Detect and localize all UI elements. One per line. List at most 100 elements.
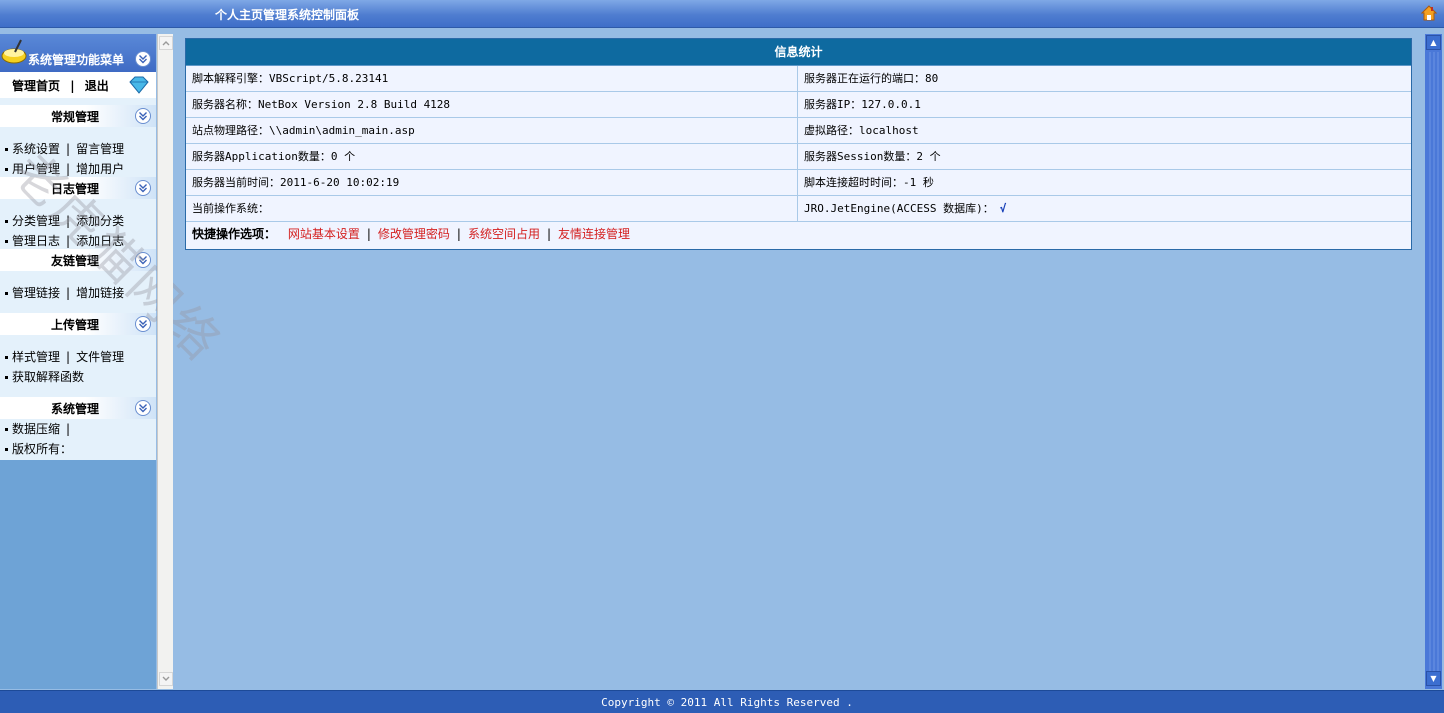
section-title: 常规管理 <box>51 110 100 124</box>
info-cell: 服务器当前时间：2011-6-20 10:02:19 <box>186 170 798 195</box>
main-scrollbar[interactable]: ▲ ▼ <box>1425 34 1442 689</box>
chevron-down-icon[interactable] <box>135 400 151 416</box>
info-cell-text: JRO.JetEngine(ACCESS 数据库)： <box>804 202 994 215</box>
menu-link-add-user[interactable]: 增加用户 <box>76 162 124 176</box>
info-cell: 服务器名称：NetBox Version 2.8 Build 4128 <box>186 92 798 117</box>
table-row: 站点物理路径：\\admin\admin_main.asp 虚拟路径：local… <box>186 118 1411 144</box>
menu-link-add-category[interactable]: 添加分类 <box>76 214 124 228</box>
section-header-log[interactable]: 日志管理 <box>0 177 156 199</box>
section-header-system[interactable]: 系统管理 <box>0 397 156 419</box>
chevron-down-icon[interactable] <box>135 51 151 67</box>
quick-link-change-password[interactable]: 修改管理密码 <box>378 227 450 241</box>
chevron-down-icon[interactable] <box>135 180 151 196</box>
menu-row: 用户管理 | 增加用户 <box>5 160 124 177</box>
separator: | <box>456 227 461 241</box>
menu-link-compress-db[interactable]: 数据压缩 <box>12 422 60 436</box>
info-cell: 服务器IP：127.0.0.1 <box>804 98 921 111</box>
home-icon[interactable] <box>1421 5 1437 21</box>
menu-link-add-link[interactable]: 增加链接 <box>76 286 124 300</box>
info-cell: 服务器正在运行的端口：80 <box>804 72 939 85</box>
chevron-down-icon[interactable] <box>135 252 151 268</box>
menu-row: 获取解释函数 <box>5 368 84 385</box>
section-header-upload[interactable]: 上传管理 <box>0 313 156 335</box>
info-panel: 信息统计 脚本解释引擎：VBScript/5.8.23141 服务器正在运行的端… <box>185 38 1412 250</box>
separator: | <box>66 162 71 176</box>
copyright-label: 版权所有： <box>12 442 73 456</box>
menu-link-guestbook[interactable]: 留言管理 <box>76 142 124 156</box>
scroll-up-button[interactable] <box>159 36 173 50</box>
footer-copyright: Copyright © 2011 All Rights Reserved . <box>601 696 853 709</box>
separator: | <box>70 79 75 93</box>
info-cell: 服务器Application数量：0 个 <box>186 144 798 169</box>
menu-row: 版权所有： <box>5 440 72 457</box>
bullet-icon <box>5 240 8 243</box>
scroll-down-button[interactable] <box>159 672 173 686</box>
separator: | <box>366 227 371 241</box>
bullet-icon <box>5 428 8 431</box>
menu-link-user-manage[interactable]: 用户管理 <box>12 162 60 176</box>
separator: | <box>66 214 71 228</box>
home-link[interactable]: 管理首页 <box>12 79 60 93</box>
bullet-icon <box>5 292 8 295</box>
check-icon: √ <box>999 202 1007 215</box>
info-cell: 站点物理路径：\\admin\admin_main.asp <box>186 118 798 143</box>
menu-link-style-manage[interactable]: 样式管理 <box>12 350 60 364</box>
chevron-down-icon[interactable] <box>135 108 151 124</box>
sidebar-scrollbar[interactable] <box>157 34 173 689</box>
menu-title: 系统管理功能菜单 <box>28 53 125 67</box>
menu-row: 分类管理 | 添加分类 <box>5 212 124 229</box>
bullet-icon <box>5 448 8 451</box>
chevron-down-icon <box>162 676 170 681</box>
menu-row: 管理链接 | 增加链接 <box>5 284 124 301</box>
menu-row: 数据压缩 | <box>5 420 76 437</box>
table-row: 当前操作系统： JRO.JetEngine(ACCESS 数据库)： √ <box>186 196 1411 222</box>
menu-row: 管理日志 | 添加日志 <box>5 232 124 249</box>
section-title: 友链管理 <box>51 254 100 268</box>
scroll-down-button[interactable]: ▼ <box>1426 671 1441 686</box>
footer: Copyright © 2011 All Rights Reserved . <box>0 690 1444 713</box>
info-cell: 脚本解释引擎：VBScript/5.8.23141 <box>186 66 798 91</box>
quick-link-space-usage[interactable]: 系统空间占用 <box>468 227 540 241</box>
table-row: 服务器当前时间：2011-6-20 10:02:19 脚本连接超时时间：-1 秒 <box>186 170 1411 196</box>
menu-link-file-manage[interactable]: 文件管理 <box>76 350 124 364</box>
scroll-up-button[interactable]: ▲ <box>1426 35 1441 50</box>
app-title: 个人主页管理系统控制面板 <box>215 8 360 22</box>
section-header-links[interactable]: 友链管理 <box>0 249 156 271</box>
scrollbar-thumb[interactable] <box>1427 52 1440 672</box>
bullet-icon <box>5 220 8 223</box>
section-title: 日志管理 <box>51 182 100 196</box>
menu-link-add-log[interactable]: 添加日志 <box>76 234 124 248</box>
logout-link[interactable]: 退出 <box>85 79 109 93</box>
quick-actions: 快捷操作选项： 网站基本设置 | 修改管理密码 | 系统空间占用 | 友情连接管理 <box>186 222 1411 248</box>
separator: | <box>66 286 71 300</box>
diamond-icon <box>129 76 149 94</box>
bullet-icon <box>5 148 8 151</box>
menu-row: 系统设置 | 留言管理 <box>5 140 124 157</box>
menu-header: 系统管理功能菜单 <box>0 34 156 72</box>
quick-link-site-settings[interactable]: 网站基本设置 <box>288 227 360 241</box>
info-cell: JRO.JetEngine(ACCESS 数据库)： √ <box>798 196 1411 221</box>
table-row: 服务器名称：NetBox Version 2.8 Build 4128 服务器I… <box>186 92 1411 118</box>
menu-link-system-settings[interactable]: 系统设置 <box>12 142 60 156</box>
menu-link-get-functions[interactable]: 获取解释函数 <box>12 370 84 384</box>
info-cell: 脚本连接超时时间：-1 秒 <box>804 176 934 189</box>
separator: | <box>546 227 552 241</box>
info-cell: 服务器Session数量：2 个 <box>804 150 941 163</box>
section-header-general[interactable]: 常规管理 <box>0 105 156 127</box>
separator: | <box>66 422 71 436</box>
table-row: 服务器Application数量：0 个 服务器Session数量：2 个 <box>186 144 1411 170</box>
menu-link-manage-links[interactable]: 管理链接 <box>12 286 60 300</box>
chevron-down-icon[interactable] <box>135 316 151 332</box>
sidebar: 系统管理功能菜单 管理首页 | 退出 常规管理 系统设置 | 留言管理 用户管理 | 增… <box>0 34 233 689</box>
bullet-icon <box>5 356 8 359</box>
menu-link-category-manage[interactable]: 分类管理 <box>12 214 60 228</box>
menu-link-log-manage[interactable]: 管理日志 <box>12 234 60 248</box>
quick-link-friend-links[interactable]: 友情连接管理 <box>558 227 630 241</box>
separator: | <box>66 350 71 364</box>
section-title: 系统管理 <box>51 402 100 416</box>
top-bar: 个人主页管理系统控制面板 <box>0 0 1444 28</box>
home-row: 管理首页 | 退出 <box>0 72 156 98</box>
pot-icon <box>1 39 27 64</box>
table-row: 脚本解释引擎：VBScript/5.8.23141 服务器正在运行的端口：80 <box>186 66 1411 92</box>
separator: | <box>66 142 71 156</box>
